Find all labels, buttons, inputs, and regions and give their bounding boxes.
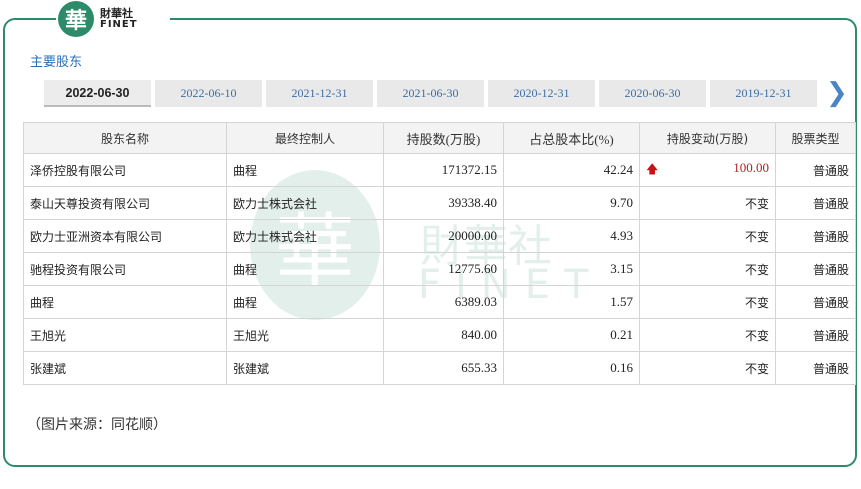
cell-name: 曲程: [23, 285, 227, 319]
tab-2021-06-30[interactable]: 2021-06-30: [377, 80, 484, 107]
header-ratio: 占总股本比(%): [503, 122, 640, 154]
cell-type: 普通股: [775, 318, 856, 352]
table-row: 张建斌 张建斌 655.33 0.16 不变 普通股: [23, 351, 856, 385]
header-type: 股票类型: [775, 122, 856, 154]
tab-2020-12-31[interactable]: 2020-12-31: [488, 80, 595, 107]
table-row: 泽侨控股有限公司 曲程 171372.15 42.24 🡅 100.00 普通股: [23, 153, 856, 187]
header-controller: 最终控制人: [226, 122, 384, 154]
header-change: 持股变动(万股): [639, 122, 776, 154]
cell-name: 泰山天尊投资有限公司: [23, 186, 227, 220]
cell-shares: 6389.03: [383, 285, 504, 319]
cell-change: 不变: [639, 186, 776, 220]
change-value: 100.00: [733, 159, 769, 175]
cell-ratio: 4.93: [503, 219, 640, 253]
date-tabs: 2022-06-30 2022-06-10 2021-12-31 2021-06…: [44, 80, 817, 107]
cell-type: 普通股: [775, 285, 856, 319]
table-row: 泰山天尊投资有限公司 欧力士株式会社 39338.40 9.70 不变 普通股: [23, 186, 856, 220]
cell-shares: 171372.15: [383, 153, 504, 187]
cell-name: 王旭光: [23, 318, 227, 352]
cell-shares: 39338.40: [383, 186, 504, 220]
cell-name: 张建斌: [23, 351, 227, 385]
cell-shares: 655.33: [383, 351, 504, 385]
cell-type: 普通股: [775, 153, 856, 187]
cell-ratio: 0.21: [503, 318, 640, 352]
tab-2022-06-30[interactable]: 2022-06-30: [44, 80, 151, 107]
cell-change: 不变: [639, 219, 776, 253]
cell-controller: 曲程: [226, 153, 384, 187]
tab-2019-12-31[interactable]: 2019-12-31: [710, 80, 817, 107]
shareholders-table: 股东名称 最终控制人 持股数(万股) 占总股本比(%) 持股变动(万股) 股票类…: [23, 122, 856, 385]
cell-shares: 12775.60: [383, 252, 504, 286]
cell-change: 不变: [639, 252, 776, 286]
cell-ratio: 0.16: [503, 351, 640, 385]
cell-name: 驰程投资有限公司: [23, 252, 227, 286]
logo-name-en: FINET: [100, 19, 138, 30]
cell-controller: 王旭光: [226, 318, 384, 352]
cell-change: 不变: [639, 351, 776, 385]
cell-type: 普通股: [775, 219, 856, 253]
image-source-note: （图片来源：同花顺）: [27, 417, 167, 433]
table-row: 驰程投资有限公司 曲程 12775.60 3.15 不变 普通股: [23, 252, 856, 286]
table-header-row: 股东名称 最终控制人 持股数(万股) 占总股本比(%) 持股变动(万股) 股票类…: [23, 122, 856, 154]
cell-ratio: 3.15: [503, 252, 640, 286]
cell-shares: 20000.00: [383, 219, 504, 253]
tab-2021-12-31[interactable]: 2021-12-31: [266, 80, 373, 107]
logo-text: 財華社 FINET: [100, 8, 138, 30]
header-name: 股东名称: [23, 122, 227, 154]
tab-2020-06-30[interactable]: 2020-06-30: [599, 80, 706, 107]
cell-ratio: 42.24: [503, 153, 640, 187]
cell-controller: 张建斌: [226, 351, 384, 385]
cell-shares: 840.00: [383, 318, 504, 352]
tab-2022-06-10[interactable]: 2022-06-10: [155, 80, 262, 107]
header-shares: 持股数(万股): [383, 122, 504, 154]
table-row: 曲程 曲程 6389.03 1.57 不变 普通股: [23, 285, 856, 319]
cell-controller: 欧力士株式会社: [226, 186, 384, 220]
table-row: 欧力士亚洲资本有限公司 欧力士株式会社 20000.00 4.93 不变 普通股: [23, 219, 856, 253]
cell-controller: 曲程: [226, 285, 384, 319]
cell-name: 泽侨控股有限公司: [23, 153, 227, 187]
cell-type: 普通股: [775, 186, 856, 220]
cell-type: 普通股: [775, 252, 856, 286]
cell-type: 普通股: [775, 351, 856, 385]
arrow-up-icon: 🡅: [646, 161, 659, 176]
finet-logo: 華 財華社 FINET: [56, 0, 170, 38]
logo-emblem: 華: [58, 1, 94, 37]
cell-name: 欧力士亚洲资本有限公司: [23, 219, 227, 253]
cell-controller: 曲程: [226, 252, 384, 286]
cell-ratio: 1.57: [503, 285, 640, 319]
cell-change: 🡅 100.00: [639, 153, 776, 187]
logo-name-cn: 財華社: [100, 7, 133, 20]
cell-change: 不变: [639, 318, 776, 352]
cell-controller: 欧力士株式会社: [226, 219, 384, 253]
chevron-right-icon[interactable]: ❯: [826, 78, 848, 108]
section-title: 主要股东: [30, 55, 83, 70]
table-row: 王旭光 王旭光 840.00 0.21 不变 普通股: [23, 318, 856, 352]
cell-ratio: 9.70: [503, 186, 640, 220]
cell-change: 不变: [639, 285, 776, 319]
